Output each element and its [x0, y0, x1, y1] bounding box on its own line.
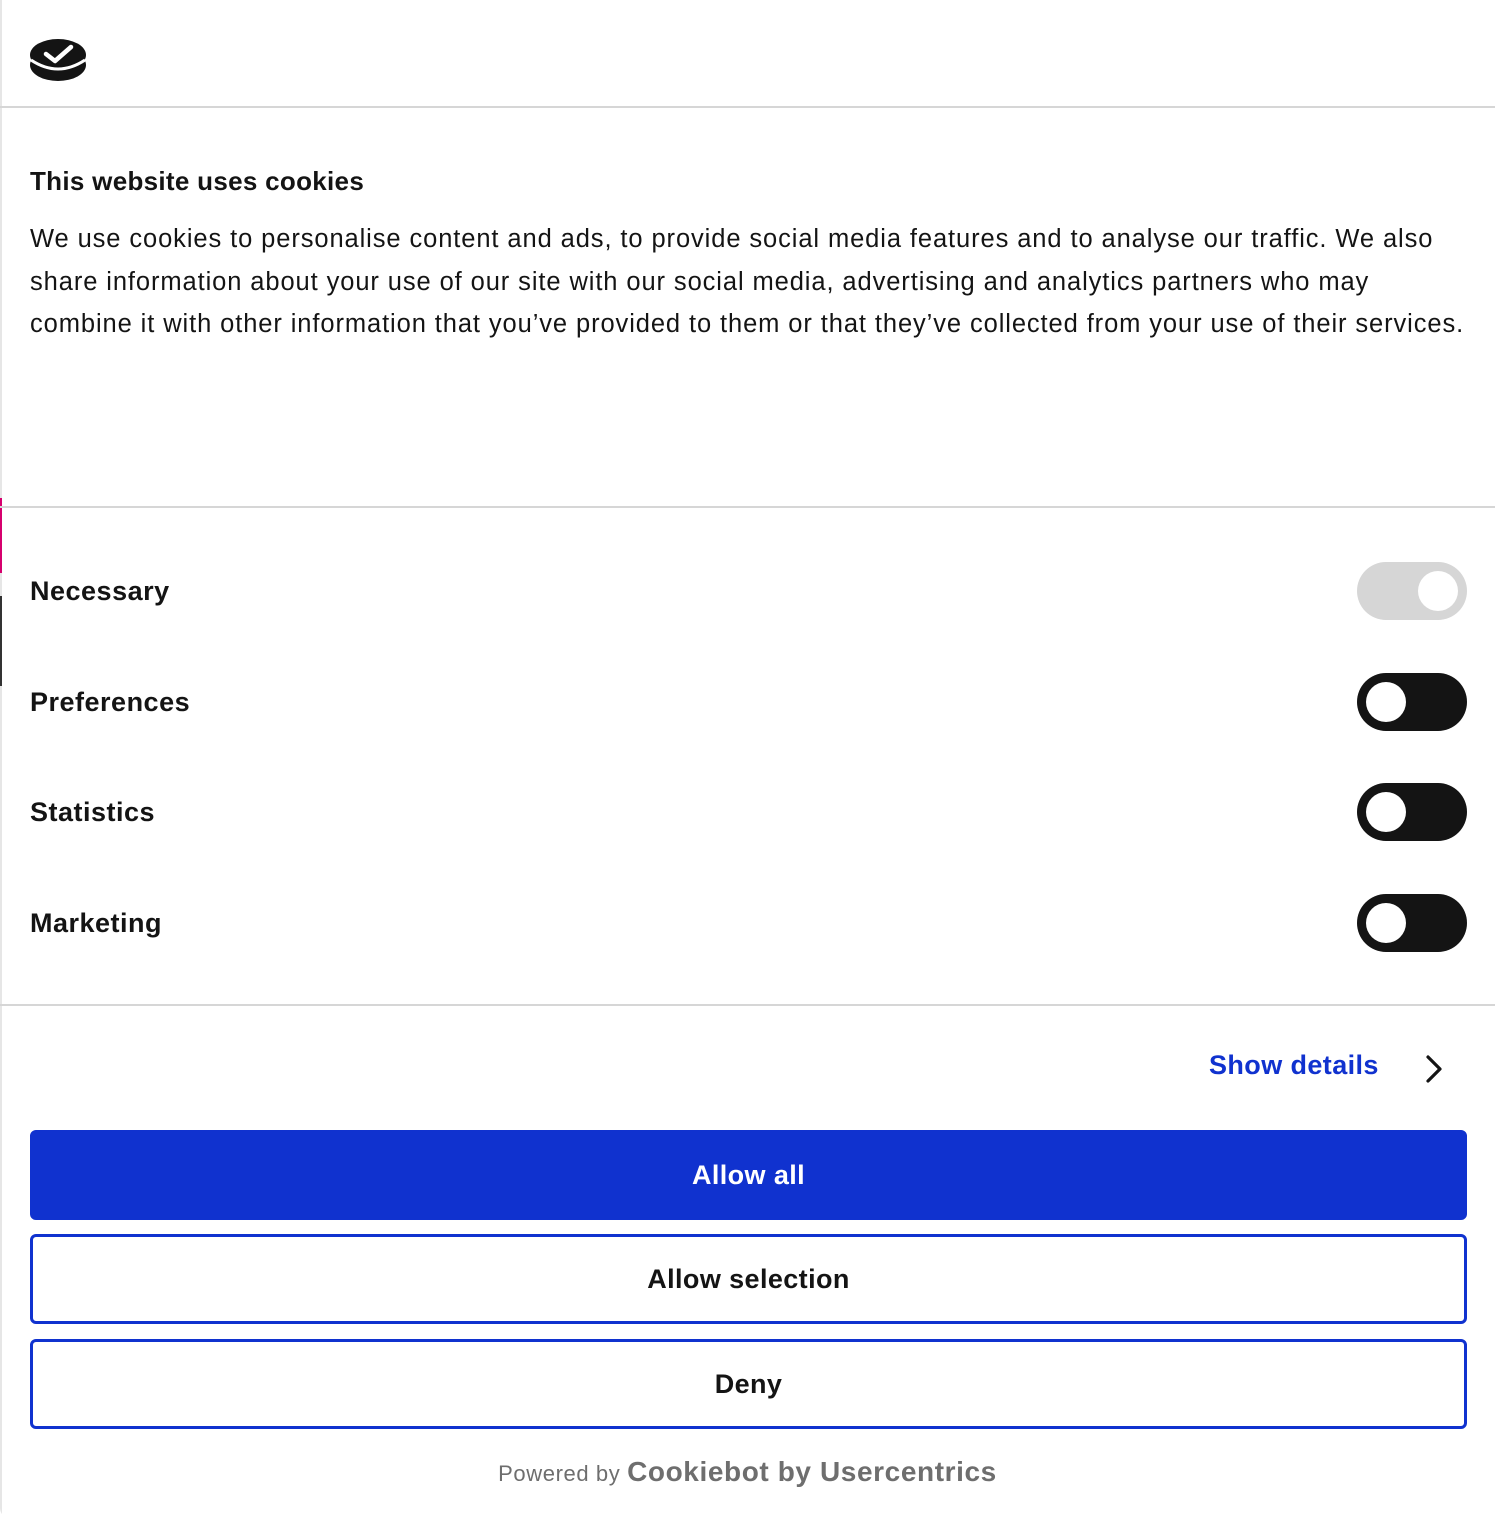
chevron-right-icon: [1426, 1055, 1442, 1083]
toggle-knob: [1366, 682, 1406, 722]
category-row-preferences: Preferences: [0, 667, 1495, 737]
consent-categories: Necessary Preferences Statistics Marketi…: [0, 508, 1495, 1006]
allow-selection-label: Allow selection: [647, 1263, 850, 1294]
show-details-label: Show details: [1209, 1050, 1379, 1080]
category-label-necessary: Necessary: [30, 576, 170, 606]
category-label-marketing: Marketing: [30, 908, 163, 938]
category-row-marketing: Marketing: [0, 888, 1495, 958]
powered-by-text: Powered by: [498, 1461, 621, 1486]
marketing-toggle[interactable]: [1357, 894, 1467, 952]
necessary-toggle: [1357, 562, 1467, 620]
category-label-statistics: Statistics: [30, 797, 156, 827]
toggle-knob: [1418, 571, 1458, 611]
category-row-statistics: Statistics: [0, 777, 1495, 847]
powered-by: Powered by Cookiebot by Usercentrics: [0, 1456, 1495, 1488]
toggle-knob: [1366, 792, 1406, 832]
dialog-description: We use cookies to personalise content an…: [30, 225, 1465, 339]
deny-button[interactable]: Deny: [30, 1339, 1467, 1429]
show-details-link[interactable]: Show details: [1209, 1050, 1459, 1090]
toggle-knob: [1366, 903, 1406, 943]
allow-selection-button[interactable]: Allow selection: [30, 1234, 1467, 1324]
category-label-preferences: Preferences: [30, 687, 191, 717]
preferences-toggle[interactable]: [1357, 673, 1467, 731]
cookiebot-logo-icon: [30, 39, 86, 81]
allow-all-button[interactable]: Allow all: [30, 1130, 1467, 1220]
deny-label: Deny: [714, 1368, 783, 1399]
cookiebot-brand-link[interactable]: Cookiebot by Usercentrics: [627, 1456, 997, 1487]
dialog-header: [0, 0, 1495, 108]
statistics-toggle[interactable]: [1357, 783, 1467, 841]
dialog-title: This website uses cookies: [30, 166, 365, 196]
allow-all-label: Allow all: [691, 1159, 806, 1190]
consent-content: This website uses cookies We use cookies…: [0, 108, 1495, 508]
dialog-footer: Show details Allow all Allow selection D…: [0, 1006, 1495, 1518]
cookie-consent-dialog: This website uses cookies We use cookies…: [0, 0, 1495, 1518]
category-row-necessary: Necessary: [0, 556, 1495, 626]
